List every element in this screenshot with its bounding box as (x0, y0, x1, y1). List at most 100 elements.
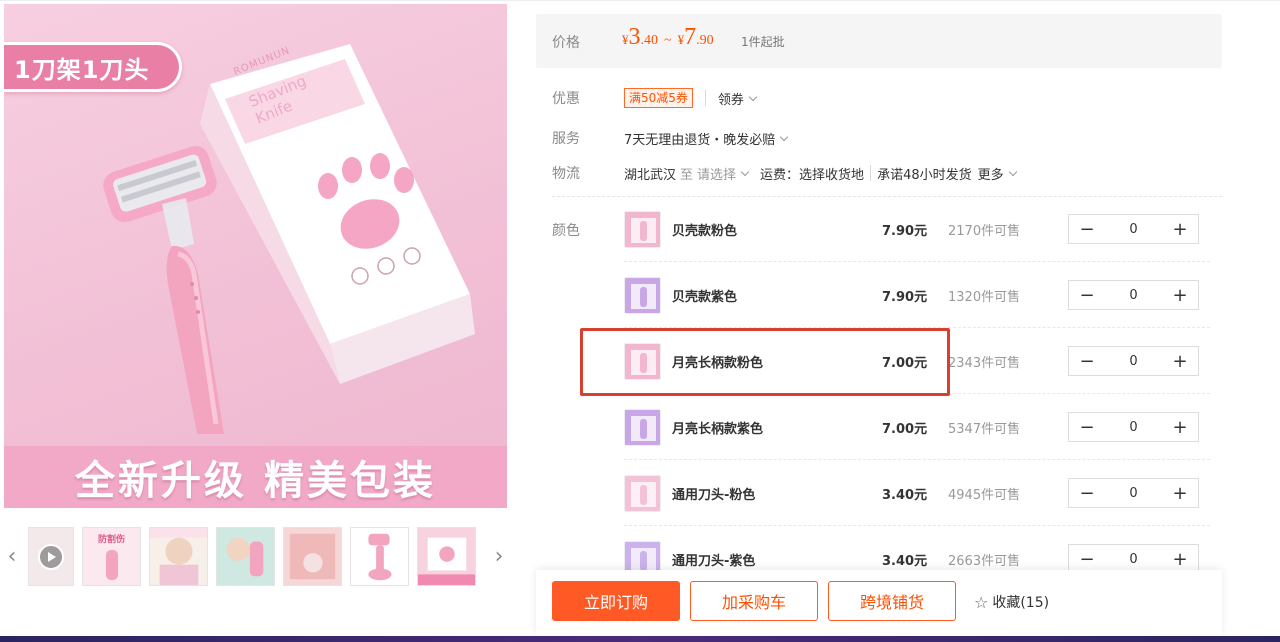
color-label: 颜色 (552, 223, 580, 239)
min-order-qty: 1件起批 (741, 35, 785, 49)
sku-thumbnail[interactable] (624, 343, 661, 380)
minus-button[interactable]: − (1069, 281, 1105, 309)
plus-button[interactable]: + (1162, 281, 1198, 309)
price-high-dec: .90 (696, 33, 714, 48)
chevron-down-icon (740, 167, 750, 176)
sku-price: 7.00元 (882, 422, 928, 437)
favorite-button[interactable]: ☆ 收藏(15) (974, 592, 1049, 612)
minus-button[interactable]: − (1069, 413, 1105, 441)
thumb-7[interactable] (417, 527, 476, 586)
price-high-int: 7 (684, 24, 697, 50)
logistics-label: 物流 (552, 166, 580, 182)
promo-badge: 1刀架1刀头 (4, 42, 182, 92)
quantity-stepper: −0 + (1068, 346, 1199, 376)
add-to-cart-button[interactable]: 加采购车 (690, 581, 818, 621)
sku-stock: 2170件可售 (948, 224, 1021, 239)
thumb-next-icon[interactable]: › (491, 524, 507, 588)
sku-price: 3.40元 (882, 554, 928, 569)
divider (870, 165, 872, 181)
service-label: 服务 (552, 131, 580, 147)
sku-name: 月亮长柄款紫色 (672, 422, 764, 437)
sku-name: 月亮长柄款粉色 (672, 356, 764, 371)
sku-price: 7.90元 (882, 224, 928, 239)
quantity-input[interactable]: 0 (1105, 222, 1162, 237)
thumb-3[interactable] (149, 527, 208, 586)
favorite-label: 收藏(15) (992, 595, 1050, 611)
promo-row: 优惠 满50减5券 领券 (552, 88, 758, 108)
thumb-4[interactable] (216, 527, 275, 586)
destination-placeholder: 请选择 (697, 167, 737, 183)
quantity-stepper: −0 + (1068, 214, 1199, 244)
more-dropdown[interactable]: 更多 (977, 164, 1017, 183)
logistics-row: 物流 湖北武汉 至 请选择 运费：选择收货地 承诺48小时发货 更多 (552, 163, 1017, 183)
thumb-5[interactable] (283, 527, 342, 586)
sku-thumbnail[interactable] (624, 211, 661, 248)
razor-illustration (103, 146, 224, 434)
thumbnail-strip: ‹ 防割伤 › (4, 524, 507, 588)
thumb-6[interactable] (350, 527, 409, 586)
plus-button[interactable]: + (1162, 479, 1198, 507)
minus-button[interactable]: − (1069, 215, 1105, 243)
main-product-image[interactable]: ROMUNUN Shaving Knife 1刀架1刀头 全新升级 精美包装 (4, 4, 507, 508)
service-text: 7天无理由退货・晚发必赔 (624, 132, 776, 148)
promo-label: 优惠 (552, 91, 580, 107)
thumb-2[interactable]: 防割伤 (82, 527, 141, 586)
price-range: ¥ 3 .40 ~ ¥ 7 .90 (622, 24, 714, 51)
price-low-dec: .40 (640, 33, 659, 48)
quantity-input[interactable]: 0 (1105, 288, 1162, 303)
price-tilde: ~ (664, 33, 672, 48)
coupon-badge[interactable]: 满50减5券 (624, 88, 693, 108)
buy-now-button[interactable]: 立即订购 (552, 581, 680, 621)
chevron-down-icon (780, 132, 789, 141)
star-icon: ☆ (974, 592, 989, 612)
sku-thumbnail[interactable] (624, 277, 661, 314)
thumb-prev-icon[interactable]: ‹ (4, 524, 20, 588)
sku-name: 通用刀头-粉色 (672, 488, 756, 503)
quantity-stepper: −0 + (1068, 412, 1199, 442)
chevron-down-icon (1008, 167, 1017, 176)
cross-border-button[interactable]: 跨境铺货 (828, 581, 956, 621)
plus-button[interactable]: + (1162, 545, 1198, 573)
get-coupon-label: 领券 (717, 92, 744, 108)
plus-button[interactable]: + (1162, 347, 1198, 375)
get-coupon-dropdown[interactable]: 领券 (717, 89, 758, 108)
minus-button[interactable]: − (1069, 545, 1105, 573)
bottom-stripe (0, 636, 1280, 642)
minus-button[interactable]: − (1069, 479, 1105, 507)
sku-stock: 2343件可售 (948, 356, 1021, 371)
destination-select[interactable]: 请选择 (697, 164, 756, 183)
price-box: 价格 ¥ 3 .40 ~ ¥ 7 .90 1件起批 (536, 14, 1222, 68)
thumb-video[interactable] (28, 527, 74, 586)
sku-price: 7.90元 (882, 290, 928, 305)
sku-row: 月亮长柄款紫色 7.00元 5347件可售 −0 + (624, 394, 1210, 460)
thumbnail-list: 防割伤 (28, 527, 476, 586)
sku-stock: 2663件可售 (948, 554, 1021, 569)
quantity-input[interactable]: 0 (1105, 486, 1162, 501)
quantity-input[interactable]: 0 (1105, 552, 1162, 567)
more-label: 更多 (977, 167, 1004, 183)
quantity-input[interactable]: 0 (1105, 354, 1162, 369)
sku-thumbnail[interactable] (624, 475, 661, 512)
service-dropdown[interactable]: 7天无理由退货・晚发必赔 (624, 129, 789, 148)
divider (704, 90, 706, 106)
plus-button[interactable]: + (1162, 215, 1198, 243)
sku-thumbnail[interactable] (624, 409, 661, 446)
to-text: 至 (680, 167, 694, 183)
minus-button[interactable]: − (1069, 347, 1105, 375)
play-icon (38, 543, 64, 570)
sku-name: 通用刀头-紫色 (672, 554, 756, 569)
service-row: 服务 7天无理由退货・晚发必赔 (552, 128, 789, 148)
sku-row: 贝壳款粉色 7.90元 2170件可售 −0 + (624, 196, 1210, 262)
sku-name: 贝壳款粉色 (672, 224, 738, 239)
sku-price: 3.40元 (882, 488, 928, 503)
image-banner: 全新升级 精美包装 (4, 446, 507, 508)
quantity-input[interactable]: 0 (1105, 420, 1162, 435)
quantity-stepper: −0 + (1068, 478, 1199, 508)
sku-row: 贝壳款紫色 7.90元 1320件可售 −0 + (624, 262, 1210, 328)
top-border (0, 0, 1280, 1)
origin-city: 湖北武汉 (624, 167, 677, 183)
thumb-caption: 防割伤 (97, 535, 125, 545)
quantity-stepper: −0 + (1068, 280, 1199, 310)
action-bar: 立即订购 加采购车 跨境铺货 ☆ 收藏(15) (536, 570, 1222, 636)
plus-button[interactable]: + (1162, 413, 1198, 441)
